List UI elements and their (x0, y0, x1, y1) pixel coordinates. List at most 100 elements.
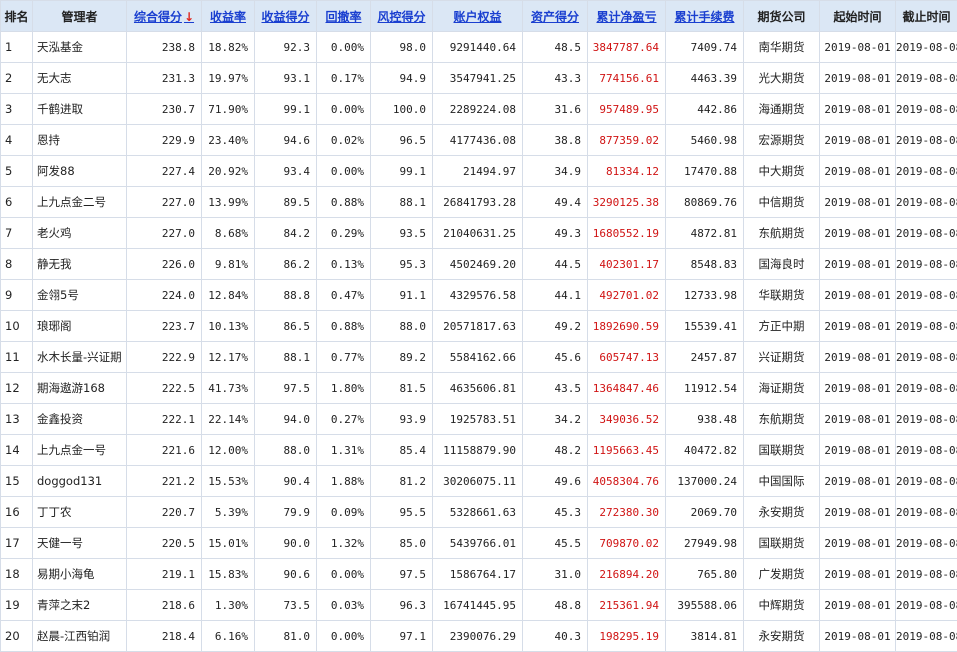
risk-score-cell: 93.9 (371, 404, 433, 435)
score-cell: 221.2 (127, 466, 202, 497)
net-profit-cell: 272380.30 (588, 497, 666, 528)
col-header-return-rate-sort-link[interactable]: 收益率 (202, 1, 255, 32)
col-header-return-score-sort-link[interactable]: 收益得分 (255, 1, 317, 32)
fees-cell: 5460.98 (666, 125, 744, 156)
net-profit-cell: 1680552.19 (588, 218, 666, 249)
equity-cell: 3547941.25 (433, 63, 523, 94)
risk-score-cell: 97.5 (371, 559, 433, 590)
asset-score-cell: 34.2 (523, 404, 588, 435)
start-time-cell: 2019-08-01 (820, 528, 896, 559)
start-time-cell: 2019-08-01 (820, 559, 896, 590)
net-profit-cell: 1892690.59 (588, 311, 666, 342)
return-rate-cell: 8.68% (202, 218, 255, 249)
start-time-cell: 2019-08-01 (820, 342, 896, 373)
col-header-equity-sort-link[interactable]: 账户权益 (433, 1, 523, 32)
asset-score-cell: 45.5 (523, 528, 588, 559)
manager-cell: 千鹤进取 (33, 94, 127, 125)
rank-cell: 9 (1, 280, 33, 311)
risk-score-cell: 88.1 (371, 187, 433, 218)
table-row: 8静无我226.09.81%86.20.13%95.34502469.2044.… (1, 249, 957, 280)
return-score-cell: 79.9 (255, 497, 317, 528)
fees-cell: 17470.88 (666, 156, 744, 187)
asset-score-cell: 49.4 (523, 187, 588, 218)
rank-cell: 2 (1, 63, 33, 94)
net-profit-cell: 4058304.76 (588, 466, 666, 497)
manager-cell: 金翎5号 (33, 280, 127, 311)
score-cell: 231.3 (127, 63, 202, 94)
drawdown-cell: 0.02% (317, 125, 371, 156)
broker-cell: 中大期货 (744, 156, 820, 187)
equity-cell: 4502469.20 (433, 249, 523, 280)
start-time-cell: 2019-08-01 (820, 63, 896, 94)
start-time-cell: 2019-08-01 (820, 280, 896, 311)
start-time-cell: 2019-08-01 (820, 156, 896, 187)
return-rate-cell: 13.99% (202, 187, 255, 218)
rank-cell: 17 (1, 528, 33, 559)
broker-cell: 永安期货 (744, 497, 820, 528)
rank-cell: 7 (1, 218, 33, 249)
col-header-score-sort-link[interactable]: 综合得分↓ (127, 1, 202, 32)
start-time-cell: 2019-08-01 (820, 466, 896, 497)
score-cell: 218.4 (127, 621, 202, 652)
fees-cell: 3814.81 (666, 621, 744, 652)
score-cell: 218.6 (127, 590, 202, 621)
manager-cell: 金鑫投资 (33, 404, 127, 435)
drawdown-cell: 0.00% (317, 32, 371, 63)
col-header-asset-score-sort-link[interactable]: 资产得分 (523, 1, 588, 32)
return-score-cell: 92.3 (255, 32, 317, 63)
start-time-cell: 2019-08-01 (820, 621, 896, 652)
score-cell: 229.9 (127, 125, 202, 156)
manager-cell: 水木长量-兴证期 (33, 342, 127, 373)
manager-cell: doggod131 (33, 466, 127, 497)
end-time-cell: 2019-08-08 (896, 280, 957, 311)
ranking-table: 排名 管理者 综合得分↓ 收益率 收益得分 回撤率 风控得分 账户权益 资产得分… (0, 0, 957, 652)
return-score-cell: 88.0 (255, 435, 317, 466)
rank-cell: 14 (1, 435, 33, 466)
end-time-cell: 2019-08-08 (896, 621, 957, 652)
manager-cell: 老火鸡 (33, 218, 127, 249)
fees-cell: 2457.87 (666, 342, 744, 373)
drawdown-cell: 0.00% (317, 621, 371, 652)
end-time-cell: 2019-08-08 (896, 125, 957, 156)
fees-cell: 15539.41 (666, 311, 744, 342)
risk-score-cell: 85.0 (371, 528, 433, 559)
risk-score-cell: 81.2 (371, 466, 433, 497)
asset-score-cell: 49.6 (523, 466, 588, 497)
score-cell: 224.0 (127, 280, 202, 311)
return-score-cell: 97.5 (255, 373, 317, 404)
rank-cell: 8 (1, 249, 33, 280)
return-rate-cell: 22.14% (202, 404, 255, 435)
col-header-drawdown-sort-link[interactable]: 回撤率 (317, 1, 371, 32)
drawdown-cell: 0.00% (317, 559, 371, 590)
fees-cell: 8548.83 (666, 249, 744, 280)
asset-score-cell: 49.3 (523, 218, 588, 249)
drawdown-cell: 0.77% (317, 342, 371, 373)
broker-cell: 海证期货 (744, 373, 820, 404)
table-row: 9金翎5号224.012.84%88.80.47%91.14329576.584… (1, 280, 957, 311)
end-time-cell: 2019-08-08 (896, 590, 957, 621)
rank-cell: 19 (1, 590, 33, 621)
end-time-cell: 2019-08-08 (896, 528, 957, 559)
broker-cell: 兴证期货 (744, 342, 820, 373)
rank-cell: 12 (1, 373, 33, 404)
net-profit-cell: 349036.52 (588, 404, 666, 435)
broker-cell: 光大期货 (744, 63, 820, 94)
return-score-cell: 86.2 (255, 249, 317, 280)
manager-cell: 上九点金二号 (33, 187, 127, 218)
drawdown-cell: 0.00% (317, 94, 371, 125)
score-cell: 220.7 (127, 497, 202, 528)
asset-score-cell: 49.2 (523, 311, 588, 342)
risk-score-cell: 81.5 (371, 373, 433, 404)
col-header-fees-sort-link[interactable]: 累计手续费 (666, 1, 744, 32)
table-row: 10琅琊阁223.710.13%86.50.88%88.020571817.63… (1, 311, 957, 342)
equity-cell: 30206075.11 (433, 466, 523, 497)
manager-cell: 赵晨-江西铂润 (33, 621, 127, 652)
net-profit-cell: 1195663.45 (588, 435, 666, 466)
col-header-risk-score-sort-link[interactable]: 风控得分 (371, 1, 433, 32)
start-time-cell: 2019-08-01 (820, 590, 896, 621)
asset-score-cell: 45.6 (523, 342, 588, 373)
return-rate-cell: 23.40% (202, 125, 255, 156)
col-header-net-profit-sort-link[interactable]: 累计净盈亏 (588, 1, 666, 32)
return-rate-cell: 12.17% (202, 342, 255, 373)
broker-cell: 方正中期 (744, 311, 820, 342)
